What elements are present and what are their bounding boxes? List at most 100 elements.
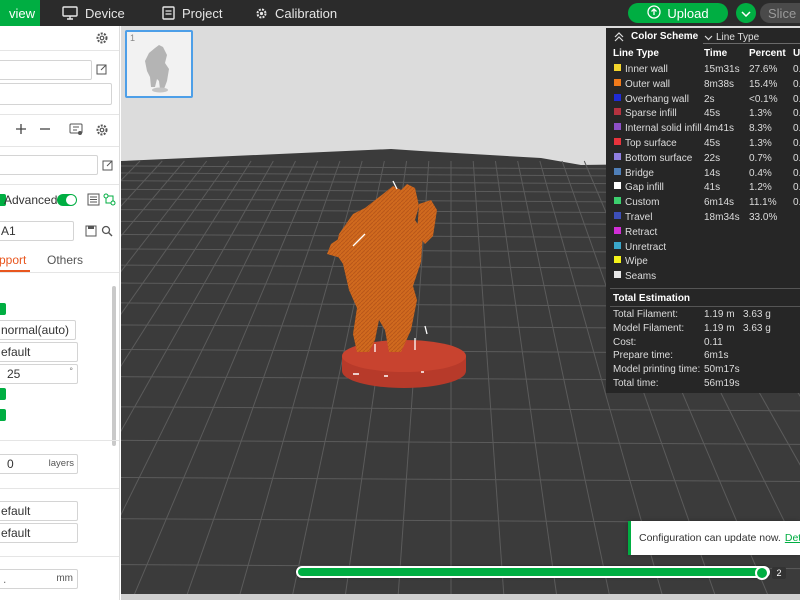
legend-row[interactable]: Top surface 45s 1.3% 0. [606, 137, 800, 152]
process-preset-select[interactable]: A1 [0, 221, 74, 241]
tab-others[interactable]: Others [47, 253, 83, 267]
plate-thumbnail[interactable]: 1 [125, 30, 193, 98]
legend-color-swatch [614, 93, 621, 101]
collapse-chevron-icon[interactable] [614, 32, 624, 45]
legend-usage: 0. [793, 108, 800, 120]
legend-line-type: Overhang wall [625, 93, 689, 105]
layer-slider-track[interactable] [296, 566, 770, 578]
support-style-select[interactable]: efault [0, 342, 78, 362]
filament-select[interactable] [0, 155, 98, 175]
layer-slider-handle[interactable] [755, 566, 769, 580]
support-distance-value: . [3, 572, 7, 586]
config-update-notification: Configuration can update now. Detail [628, 521, 800, 555]
edit-icon[interactable] [95, 62, 109, 76]
legend-row[interactable]: Outer wall 8m38s 15.4% 0. [606, 78, 800, 93]
legend-usage: 0. [793, 64, 800, 75]
raft-layers-input[interactable]: 0 layers [0, 454, 78, 474]
support-type-select[interactable]: normal(auto) [0, 320, 76, 340]
plate-type-select[interactable] [0, 83, 112, 105]
legend-color-swatch [614, 271, 621, 279]
tab-support[interactable]: pport [0, 253, 26, 267]
advanced-toggle[interactable] [57, 194, 77, 206]
divider [0, 114, 119, 115]
tab-calibration[interactable]: Calibration [255, 0, 337, 26]
notification-message: Configuration can update now. [639, 532, 781, 544]
estimation-value: 6m1s [704, 350, 729, 362]
legend-row[interactable]: Custom 6m14s 11.1% 0. [606, 196, 800, 211]
legend-row[interactable]: Seams [606, 270, 800, 285]
search-icon[interactable] [100, 224, 114, 238]
support-filament-select[interactable]: efault [0, 501, 78, 521]
edit-icon[interactable] [101, 158, 115, 172]
legend-divider [610, 288, 800, 289]
legend-percent: 33.0% [749, 212, 778, 223]
settings-scrollbar[interactable] [112, 286, 116, 446]
tab-project-label: Project [182, 5, 223, 21]
legend-color-swatch [614, 152, 621, 160]
estimation-row: Prepare time: 6m1s [606, 350, 800, 364]
legend-line-type: Retract [625, 226, 658, 238]
legend-time: 4m41s [704, 123, 735, 135]
legend-percent: 27.6% [749, 64, 778, 75]
legend-row[interactable]: Sparse infill 45s 1.3% 0. [606, 107, 800, 122]
filament-sync-icon[interactable] [68, 122, 84, 136]
legend-row[interactable]: Internal solid infill4m41s 8.3% 0. [606, 122, 800, 137]
legend-percent: 11.1% [749, 197, 777, 209]
monitor-icon [62, 6, 78, 20]
upload-icon [647, 4, 662, 22]
col-line-type: Line Type [613, 48, 659, 59]
estimation-label: Total time: [613, 378, 659, 389]
checkbox-checked[interactable] [0, 388, 6, 400]
save-icon[interactable] [84, 224, 98, 238]
printer-select[interactable] [0, 60, 92, 80]
legend-row[interactable]: Wipe [606, 255, 800, 270]
list-view-icon[interactable] [86, 192, 100, 206]
legend-line-type: Travel [625, 212, 653, 223]
col-usage: U [793, 48, 800, 59]
interface-filament-select[interactable]: efault [0, 523, 78, 543]
divider [0, 556, 119, 557]
notification-detail-link[interactable]: Detail [785, 532, 800, 544]
legend-row[interactable]: Gap infill 41s 1.2% 0. [606, 181, 800, 196]
support-distance-input[interactable]: . mm [0, 569, 78, 589]
slice-button[interactable]: Slice p [760, 3, 800, 23]
printer-settings-gear-icon[interactable] [94, 30, 110, 46]
legend-line-type: Wipe [625, 256, 648, 268]
enable-support-checkbox[interactable] [0, 303, 6, 315]
filament-settings-gear-icon[interactable] [94, 122, 110, 138]
total-estimation-title: Total Estimation [613, 293, 691, 304]
estimation-label: Model Filament: [613, 322, 685, 334]
legend-line-type: Bridge [625, 167, 654, 179]
legend-row[interactable]: Bottom surface 22s 0.7% 0. [606, 152, 800, 167]
advanced-label: Advanced [4, 193, 58, 207]
tab-preview[interactable]: view [0, 0, 40, 26]
legend-row[interactable]: Retract [606, 226, 800, 241]
legend-row[interactable]: Unretract [606, 241, 800, 256]
legend-row[interactable]: Inner wall 15m31s 27.6% 0. [606, 63, 800, 78]
upload-button[interactable]: Upload [628, 3, 728, 23]
estimation-label: Model printing time: [613, 364, 701, 376]
estimation-row: Model Filament: 1.19 m 3.63 g [606, 323, 800, 337]
compare-presets-icon[interactable] [102, 192, 116, 206]
checkbox-checked[interactable] [0, 409, 6, 421]
legend-row[interactable]: Overhang wall 2s <0.1% 0. [606, 93, 800, 108]
threshold-angle-input[interactable]: 25 ° [0, 364, 78, 384]
add-icon[interactable] [14, 122, 28, 136]
upload-options-button[interactable] [736, 3, 756, 23]
divider [0, 146, 119, 147]
legend-row[interactable]: Bridge 14s 0.4% 0. [606, 167, 800, 182]
legend-color-swatch [614, 108, 621, 116]
legend-row[interactable]: Travel 18m34s 33.0% [606, 211, 800, 226]
chevron-down-icon [704, 33, 713, 44]
color-scheme-select[interactable]: Line Type [703, 32, 800, 44]
color-scheme-value: Line Type [716, 32, 760, 43]
legend-percent: 0.7% [749, 152, 772, 164]
estimation-value: 1.19 m [704, 309, 735, 320]
legend-usage: 0. [793, 182, 800, 194]
color-scheme-legend: Color Scheme Line Type Line Type Time Pe… [606, 28, 800, 393]
tab-project[interactable]: Project [162, 0, 222, 26]
tab-device[interactable]: Device [62, 0, 125, 26]
estimation-extra: 3.63 g [743, 322, 771, 334]
remove-icon[interactable] [38, 122, 52, 136]
legend-color-swatch [614, 138, 621, 145]
